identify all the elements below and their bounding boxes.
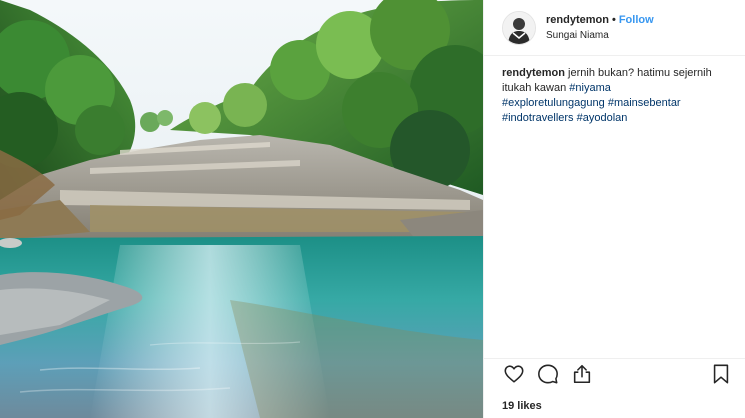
- avatar[interactable]: [502, 10, 536, 45]
- header-text: rendytemon • Follow Sungai Niama: [546, 12, 654, 44]
- follow-button[interactable]: Follow: [619, 14, 654, 26]
- river-landscape-image: [0, 0, 483, 418]
- heart-icon: [504, 364, 524, 383]
- hashtag-link[interactable]: #mainsebentar: [608, 97, 681, 109]
- caption-line-2: itukah kawan #niyama: [502, 81, 729, 96]
- hashtag-link[interactable]: #ayodolan: [577, 112, 628, 124]
- caption: rendytemon jernih bukan? hatimu sejernih…: [484, 56, 745, 126]
- hashtag-link[interactable]: #indotravellers: [502, 112, 574, 124]
- save-button[interactable]: [709, 362, 733, 386]
- likes-count[interactable]: 19 likes: [502, 400, 542, 412]
- caption-username[interactable]: rendytemon: [502, 67, 565, 79]
- user-avatar-image: [503, 11, 535, 44]
- location-link[interactable]: Sungai Niama: [546, 28, 654, 44]
- caption-line-1: rendytemon jernih bukan? hatimu sejernih: [502, 66, 729, 81]
- caption-line-4: #indotravellers #ayodolan: [502, 111, 729, 126]
- comment-button[interactable]: [536, 362, 560, 386]
- share-button[interactable]: [570, 362, 594, 386]
- header-user-line: rendytemon • Follow: [546, 12, 654, 28]
- comment-icon: [538, 364, 558, 383]
- caption-line-3: #exploretulungagung #mainsebentar: [502, 96, 729, 111]
- post-photo[interactable]: [0, 0, 483, 418]
- hashtag-link[interactable]: #niyama: [569, 82, 611, 94]
- hashtag-link[interactable]: #exploretulungagung: [502, 97, 605, 109]
- caption-text-2: itukah kawan: [502, 82, 567, 94]
- header-separator: •: [611, 13, 616, 26]
- bookmark-icon: [713, 364, 729, 383]
- action-bar: [484, 358, 745, 388]
- instagram-post: rendytemon • Follow Sungai Niama rendytemo…: [0, 0, 745, 418]
- share-icon: [573, 364, 591, 383]
- post-header: rendytemon • Follow Sungai Niama: [484, 0, 745, 56]
- post-sidebar: rendytemon • Follow Sungai Niama rendytemo…: [483, 0, 745, 418]
- caption-text-1: jernih bukan? hatimu sejernih: [568, 67, 712, 79]
- like-button[interactable]: [502, 362, 526, 386]
- header-username[interactable]: rendytemon: [546, 14, 609, 26]
